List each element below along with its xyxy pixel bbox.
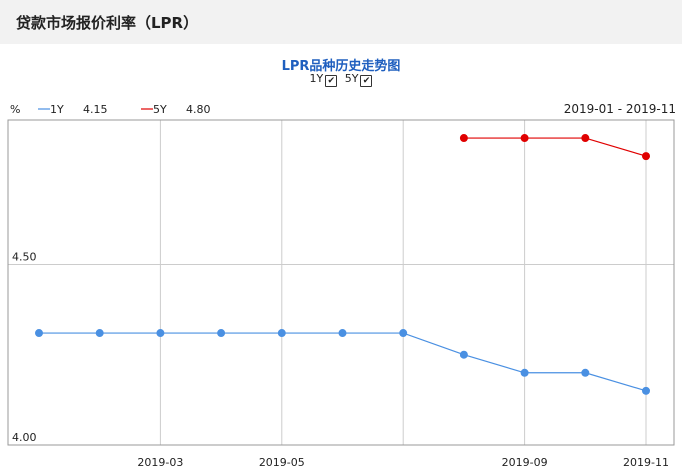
series-line-1y [39,332,647,392]
data-point-1y [520,368,529,377]
data-point-1y [338,329,347,338]
x-tick-label: 2019-05 [259,456,305,469]
legend-value-5y: 4.80 [186,103,211,116]
data-point-1y [156,329,165,338]
y-tick-label: 4.50 [12,250,37,263]
data-point-1y [581,368,590,377]
data-point-1y [277,329,286,338]
data-point-5y [581,134,590,143]
data-point-1y [35,329,43,338]
plot-frame [7,119,675,446]
chart-grid [8,120,674,446]
line-chart: 2019-03 2019-05 2019-09 2019-11 4.50 4.00% 1Y… [7,103,675,469]
legend-name-1y: 1Y [50,103,64,116]
axis-labels: 2019-03 2019-05 2019-09 2019-11 4.50 4.00% [10,103,669,469]
data-point-5y [459,134,468,143]
legend: 1Y 4.15 5Y 4.80 [38,103,211,116]
data-point-5y [642,152,650,161]
data-point-1y [95,329,104,338]
data-point-5y [520,134,529,143]
legend-value-1y: 4.15 [83,103,108,116]
data-point-1y [399,329,408,338]
data-point-1y [217,329,226,338]
data-point-1y [642,386,650,395]
x-tick-label: 2019-09 [502,456,548,469]
y-tick-label: 4.00 [12,431,37,444]
legend-name-5y: 5Y [153,103,167,116]
series-line-5y [463,137,647,157]
x-tick-label: 2019-11 [623,456,669,469]
y-axis-unit: % [10,103,20,116]
data-point-1y [459,350,468,359]
x-tick-label: 2019-03 [137,456,183,469]
